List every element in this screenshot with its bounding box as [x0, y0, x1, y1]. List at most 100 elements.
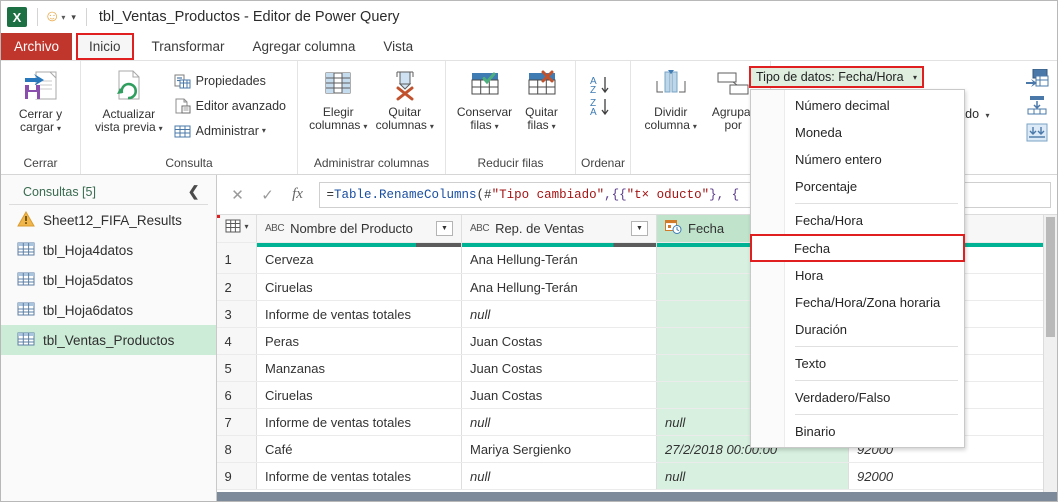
ribbon-group-cerrar: Cerrar y cargar ▾ Cerrar: [1, 61, 81, 174]
queries-header: Consultas [5] ❮: [9, 175, 208, 205]
menu-item-hora[interactable]: Hora: [751, 262, 964, 289]
cell-producto[interactable]: Informe de ventas totales: [256, 408, 462, 436]
ribbon-group-label-ordenar: Ordenar: [580, 156, 626, 170]
close-and-load-caret-icon[interactable]: ▾: [57, 124, 61, 133]
cell-rep[interactable]: Juan Costas: [461, 327, 657, 355]
properties-button[interactable]: Propiedades: [170, 68, 290, 93]
advanced-editor-button[interactable]: Editor avanzado: [170, 93, 290, 118]
remove-rows-button[interactable]: Quitar filas ▾: [516, 66, 568, 133]
cell-rep[interactable]: null: [461, 300, 657, 328]
cell-producto[interactable]: Café: [256, 435, 462, 463]
cell-producto[interactable]: Informe de ventas totales: [256, 300, 462, 328]
quick-access-dropdown-icon[interactable]: ▾: [71, 12, 76, 23]
consulta-small-buttons: Propiedades Editor avanzado Administrar …: [170, 66, 290, 143]
menu-item-fecha[interactable]: Fecha: [750, 234, 965, 262]
column-header-nombre-del-producto[interactable]: ABC Nombre del Producto ▼: [256, 215, 462, 243]
select-all-caret-icon[interactable]: ▾: [245, 222, 249, 231]
append-queries-icon[interactable]: [1025, 96, 1049, 116]
cell-producto[interactable]: Informe de ventas totales: [256, 462, 462, 490]
menu-item-numero-entero[interactable]: Número entero: [751, 146, 964, 173]
vertical-scrollbar[interactable]: [1043, 215, 1057, 501]
menu-item-texto[interactable]: Texto: [751, 350, 964, 377]
fx-icon[interactable]: fx: [283, 182, 313, 208]
vertical-scrollbar-thumb[interactable]: [1046, 217, 1055, 337]
cell-producto[interactable]: Cerveza: [256, 246, 462, 274]
refresh-preview-caret-icon[interactable]: ▾: [159, 124, 163, 133]
cell-rep[interactable]: Mariya Sergienko: [461, 435, 657, 463]
cell-rep[interactable]: Juan Costas: [461, 381, 657, 409]
refresh-preview-button[interactable]: Actualizar vista previa ▾: [88, 66, 170, 135]
tab-agregar-columna[interactable]: Agregar columna: [239, 33, 370, 60]
sidebar-item-tbl-hoja6datos[interactable]: tbl_Hoja6datos: [1, 295, 216, 325]
sidebar-item-label: tbl_Hoja5datos: [43, 272, 134, 288]
remove-rows-caret-icon[interactable]: ▾: [552, 122, 556, 131]
menu-item-porcentaje[interactable]: Porcentaje: [751, 173, 964, 200]
cell-rep[interactable]: Ana Hellung-Terán: [461, 246, 657, 274]
split-column-caret-icon[interactable]: ▾: [693, 122, 697, 131]
close-and-load-button[interactable]: Cerrar y cargar ▾: [8, 66, 73, 135]
menu-item-duracion[interactable]: Duración: [751, 316, 964, 343]
power-query-editor-window: X ☺ ▾ ▾ tbl_Ventas_Productos - Editor de…: [0, 0, 1058, 502]
column-header-label: Fecha: [688, 220, 725, 236]
table-row[interactable]: 9 Informe de ventas totales null null 92…: [216, 462, 1057, 490]
sidebar-item-tbl-ventas-productos[interactable]: tbl_Ventas_Productos: [1, 325, 216, 355]
svg-text:A: A: [590, 107, 597, 118]
tab-transformar[interactable]: Transformar: [138, 33, 239, 60]
combine-files-icon[interactable]: [1025, 123, 1049, 143]
column-header-label: Nombre del Producto: [290, 220, 413, 236]
remove-columns-button[interactable]: Quitar columnas ▾: [372, 66, 439, 133]
cell-fecha[interactable]: null: [656, 462, 849, 490]
cell-producto[interactable]: Ciruelas: [256, 273, 462, 301]
date-time-icon: [665, 219, 682, 237]
smiley-icon[interactable]: ☺: [44, 9, 60, 25]
manage-button[interactable]: Administrar ▾: [170, 118, 290, 143]
menu-item-fecha-hora[interactable]: Fecha/Hora: [751, 207, 964, 234]
close-and-load-label: Cerrar y cargar ▾: [18, 107, 63, 134]
formula-cancel-button[interactable]: ✕: [223, 182, 253, 208]
cell-producto[interactable]: Ciruelas: [256, 381, 462, 409]
sort-descending-button[interactable]: Z A: [586, 96, 620, 118]
cell-total[interactable]: 92000: [848, 462, 1057, 490]
tab-inicio[interactable]: Inicio: [76, 33, 134, 60]
column-header-rep-de-ventas[interactable]: ABC Rep. de Ventas ▼: [461, 215, 657, 243]
filter-dropdown-icon[interactable]: ▼: [631, 220, 648, 236]
choose-columns-button[interactable]: Elegir columnas ▾: [305, 66, 372, 133]
tab-vista[interactable]: Vista: [369, 33, 427, 60]
cell-producto[interactable]: Peras: [256, 327, 462, 355]
choose-columns-caret-icon[interactable]: ▾: [363, 122, 367, 131]
cell-rep[interactable]: null: [461, 408, 657, 436]
sort-ascending-button[interactable]: A Z: [586, 74, 620, 96]
row-number: 7: [216, 408, 257, 436]
select-all-cell[interactable]: ▾: [216, 215, 257, 243]
keep-rows-icon: [465, 69, 505, 103]
keep-rows-button[interactable]: Conservar filas ▾: [454, 66, 516, 133]
cell-producto[interactable]: Manzanas: [256, 354, 462, 382]
menu-item-numero-decimal[interactable]: Número decimal: [751, 92, 964, 119]
sidebar-item-tbl-hoja4datos[interactable]: tbl_Hoja4datos: [1, 235, 216, 265]
smiley-caret-icon[interactable]: ▾: [61, 13, 65, 22]
sidebar-item-tbl-hoja5datos[interactable]: tbl_Hoja5datos: [1, 265, 216, 295]
menu-item-binario[interactable]: Binario: [751, 418, 964, 445]
chevron-down-icon[interactable]: ▾: [913, 73, 917, 82]
collapse-panel-icon[interactable]: ❮: [188, 183, 200, 200]
manage-caret-icon[interactable]: ▾: [262, 126, 266, 135]
split-column-button[interactable]: Dividir columna ▾: [638, 66, 703, 133]
menu-item-fecha-hora-zona-horaria[interactable]: Fecha/Hora/Zona horaria: [751, 289, 964, 316]
cell-rep[interactable]: Juan Costas: [461, 354, 657, 382]
formula-accept-button[interactable]: ✓: [253, 182, 283, 208]
menu-item-moneda[interactable]: Moneda: [751, 119, 964, 146]
merge-queries-icon[interactable]: [1025, 69, 1049, 89]
menu-item-verdadero-falso[interactable]: Verdadero/Falso: [751, 384, 964, 411]
data-type-combo[interactable]: Tipo de datos: Fecha/Hora ▾: [749, 66, 924, 88]
filter-dropdown-icon[interactable]: ▼: [436, 220, 453, 236]
remove-columns-caret-icon[interactable]: ▾: [430, 122, 434, 131]
sidebar-item-sheet12-fifa-results[interactable]: Sheet12_FIFA_Results: [1, 205, 216, 235]
keep-rows-caret-icon[interactable]: ▾: [495, 122, 499, 131]
cell-rep[interactable]: null: [461, 462, 657, 490]
horizontal-scrollbar[interactable]: [216, 492, 1057, 501]
formula-part: "t× oducto": [626, 187, 710, 202]
cell-rep[interactable]: Ana Hellung-Terán: [461, 273, 657, 301]
use-first-row-as-header-caret-icon[interactable]: ▾: [986, 111, 990, 120]
sidebar-item-label: tbl_Ventas_Productos: [43, 332, 175, 348]
tab-archivo[interactable]: Archivo: [1, 33, 73, 60]
